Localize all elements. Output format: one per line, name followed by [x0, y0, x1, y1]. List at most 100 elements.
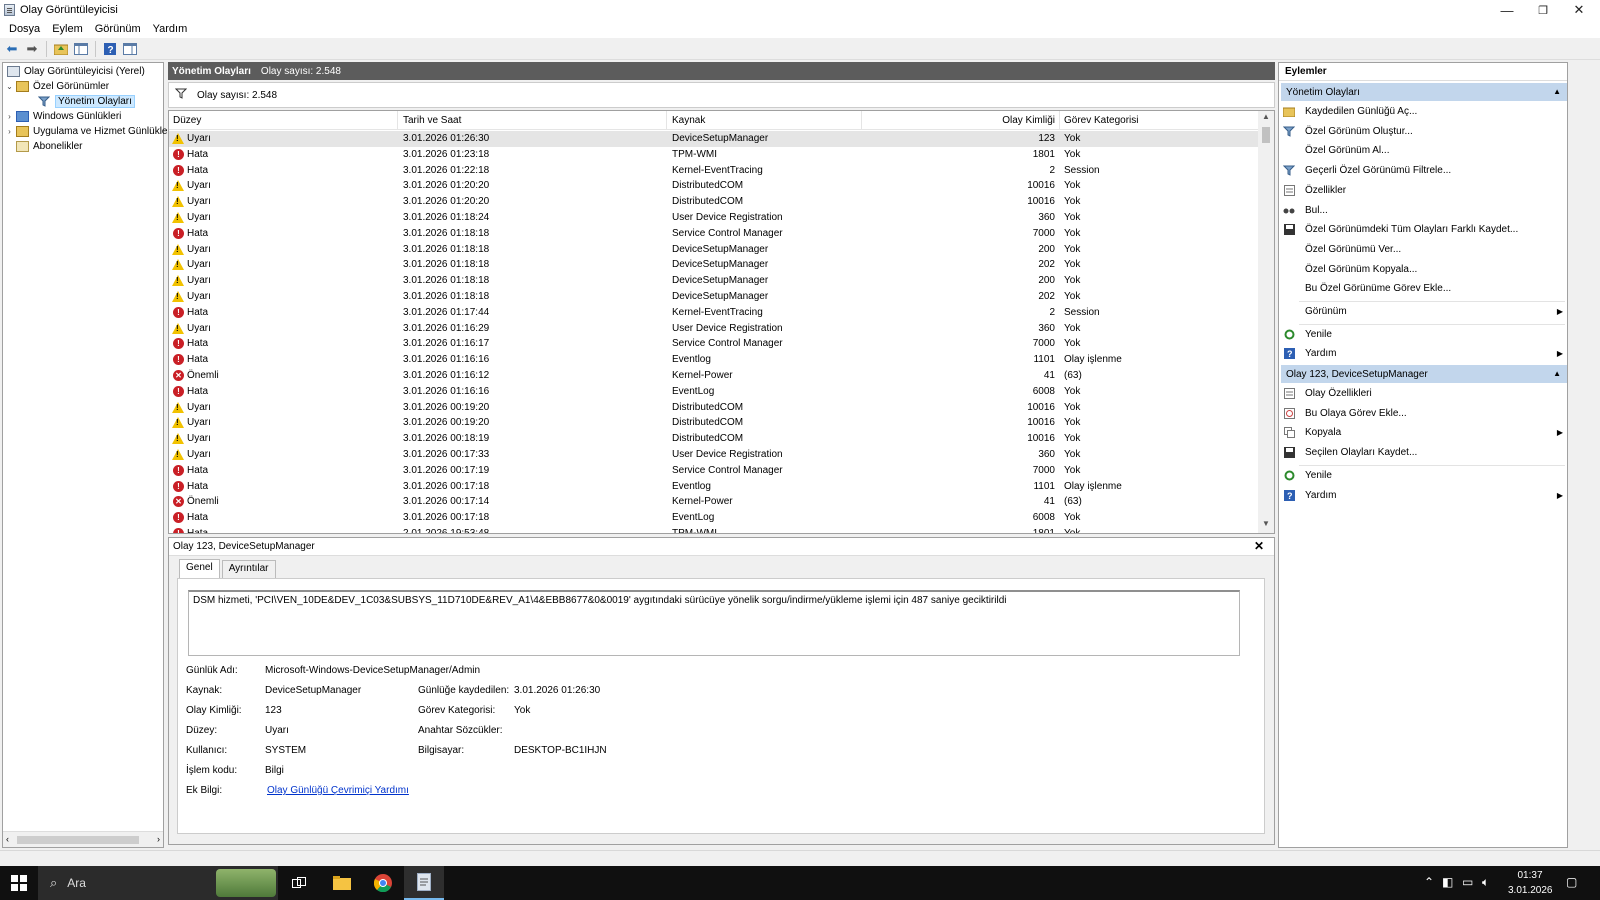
- tree-item-app-service-logs[interactable]: › Uygulama ve Hizmet Günlükleri: [5, 124, 173, 139]
- action-item[interactable]: Kaydedilen Günlüğü Aç...: [1283, 103, 1565, 120]
- tree-item-subscriptions[interactable]: Abonelikler: [5, 139, 82, 154]
- scroll-right-icon[interactable]: ›: [157, 834, 160, 844]
- table-row[interactable]: Uyarı 3.01.2026 00:18:19 DistributedCOM 100…: [169, 431, 1259, 447]
- action-item[interactable]: Görünüm ▶: [1283, 303, 1565, 320]
- action-item[interactable]: ? Yardım ▶: [1283, 345, 1565, 362]
- security-icon[interactable]: ◧: [1442, 875, 1453, 889]
- table-row[interactable]: ! Hata 2.01.2026 19:53:48 TPM-WMI 1801 Yok: [169, 526, 1259, 533]
- file-explorer-icon[interactable]: [322, 866, 362, 900]
- table-row[interactable]: ! Hata 3.01.2026 01:22:18 Kernel-EventTraci…: [169, 163, 1259, 179]
- table-row[interactable]: ✕ Önemli 3.01.2026 01:16:12 Kernel-Power 41 (…: [169, 368, 1259, 384]
- event-description[interactable]: DSM hizmeti, 'PCI\VEN_10DE&DEV_1C03&SUBS…: [188, 590, 1240, 656]
- online-help-link[interactable]: Olay Günlüğü Çevrimiçi Yardımı: [267, 785, 409, 796]
- table-row[interactable]: Uyarı 3.01.2026 01:18:18 DeviceSetupManage…: [169, 257, 1259, 273]
- table-row[interactable]: Uyarı 3.01.2026 01:18:18 DeviceSetupManage…: [169, 289, 1259, 305]
- tree-item-root[interactable]: Olay Görüntüleyicisi (Yerel): [5, 64, 145, 79]
- close-icon[interactable]: ✕: [1254, 539, 1264, 553]
- action-item[interactable]: Bu Özel Görünüme Görev Ekle...: [1283, 280, 1565, 297]
- table-row[interactable]: Uyarı 3.01.2026 00:19:20 DistributedCOM 100…: [169, 415, 1259, 431]
- column-level[interactable]: Düzey: [173, 115, 201, 126]
- network-icon[interactable]: ▭: [1462, 875, 1473, 889]
- column-divider[interactable]: [666, 111, 667, 130]
- tree-item-custom-views[interactable]: ⌄ Özel Görünümler: [5, 79, 109, 94]
- column-divider[interactable]: [397, 111, 398, 130]
- minimize-button[interactable]: —: [1488, 0, 1526, 20]
- table-row[interactable]: ! Hata 3.01.2026 01:23:18 TPM-WMI 1801 Yok: [169, 147, 1259, 163]
- menu-help[interactable]: Yardım: [147, 23, 194, 35]
- table-row[interactable]: Uyarı 3.01.2026 01:20:20 DistributedCOM 100…: [169, 178, 1259, 194]
- tree-horizontal-scrollbar[interactable]: ‹ ›: [3, 831, 163, 847]
- table-row[interactable]: ! Hata 3.01.2026 01:18:18 Service Control M…: [169, 226, 1259, 242]
- action-item[interactable]: Özel Görünüm Kopyala...: [1283, 261, 1565, 278]
- chrome-icon[interactable]: [363, 866, 403, 900]
- table-row[interactable]: ! Hata 3.01.2026 01:16:16 Eventlog 1101 Olay …: [169, 352, 1259, 368]
- tray-chevron-icon[interactable]: ⌃: [1424, 875, 1434, 889]
- table-row[interactable]: Uyarı 3.01.2026 01:26:30 DeviceSetupManage…: [169, 131, 1259, 147]
- table-row[interactable]: Uyarı 3.01.2026 00:17:33 User Device Regis…: [169, 447, 1259, 463]
- start-button[interactable]: [0, 866, 38, 900]
- up-folder-icon[interactable]: [53, 41, 69, 57]
- column-divider[interactable]: [1059, 111, 1060, 130]
- action-item[interactable]: Geçerli Özel Görünümü Filtrele...: [1283, 162, 1565, 179]
- clock[interactable]: 01:37 3.01.2026: [1508, 868, 1553, 898]
- action-item[interactable]: ? Yardım ▶: [1283, 487, 1565, 504]
- column-event-id[interactable]: Olay Kimliği: [989, 115, 1055, 126]
- table-row[interactable]: ✕ Önemli 3.01.2026 00:17:14 Kernel-Power 41 (…: [169, 494, 1259, 510]
- table-row[interactable]: Uyarı 3.01.2026 01:18:18 DeviceSetupManage…: [169, 242, 1259, 258]
- notifications-icon[interactable]: ▢: [1566, 875, 1577, 889]
- actions-section-event[interactable]: Olay 123, DeviceSetupManager ▲: [1281, 365, 1567, 383]
- scrollbar-thumb[interactable]: [17, 836, 139, 844]
- expand-chevron-icon[interactable]: ›: [5, 127, 14, 136]
- table-row[interactable]: Uyarı 3.01.2026 01:18:18 DeviceSetupManage…: [169, 273, 1259, 289]
- tree-item-windows-logs[interactable]: › Windows Günlükleri: [5, 109, 121, 124]
- task-view-icon[interactable]: [279, 866, 319, 900]
- action-item[interactable]: Özel Görünümü Ver...: [1283, 241, 1565, 258]
- table-row[interactable]: Uyarı 3.01.2026 01:18:24 User Device Regis…: [169, 210, 1259, 226]
- help-icon[interactable]: ?: [102, 41, 118, 57]
- restore-button[interactable]: ❐: [1524, 0, 1562, 20]
- action-item[interactable]: Olay Özellikleri: [1283, 385, 1565, 402]
- table-row[interactable]: ! Hata 3.01.2026 00:17:18 EventLog 6008 Yok: [169, 510, 1259, 526]
- action-item[interactable]: Özellikler: [1283, 182, 1565, 199]
- action-item[interactable]: Yenile: [1283, 326, 1565, 343]
- tab-general[interactable]: Genel: [179, 559, 220, 578]
- show-hide-tree-icon[interactable]: [73, 41, 89, 57]
- scroll-down-icon[interactable]: ▼: [1258, 519, 1274, 533]
- action-item[interactable]: Özel Görünüm Al...: [1283, 142, 1565, 159]
- collapse-chevron-icon[interactable]: ⌄: [5, 82, 14, 91]
- tab-details[interactable]: Ayrıntılar: [221, 560, 276, 578]
- action-item[interactable]: Özel Görünümdeki Tüm Olayları Farklı Kay…: [1283, 221, 1565, 238]
- action-item[interactable]: Bul...: [1283, 202, 1565, 219]
- table-row[interactable]: Uyarı 3.01.2026 01:16:29 User Device Regis…: [169, 321, 1259, 337]
- menu-file[interactable]: Dosya: [3, 23, 46, 35]
- action-item[interactable]: Yenile: [1283, 467, 1565, 484]
- show-hide-action-pane-icon[interactable]: [122, 41, 138, 57]
- table-row[interactable]: ! Hata 3.01.2026 00:17:19 Service Control M…: [169, 463, 1259, 479]
- table-row[interactable]: ! Hata 3.01.2026 01:16:16 EventLog 6008 Yok: [169, 384, 1259, 400]
- collapse-chevron-icon[interactable]: ▲: [1553, 369, 1561, 378]
- action-item[interactable]: Kopyala ▶: [1283, 424, 1565, 441]
- table-row[interactable]: Uyarı 3.01.2026 01:20:20 DistributedCOM 100…: [169, 194, 1259, 210]
- table-row[interactable]: Uyarı 3.01.2026 00:19:20 DistributedCOM 100…: [169, 400, 1259, 416]
- column-divider[interactable]: [861, 111, 862, 130]
- menu-action[interactable]: Eylem: [46, 23, 89, 35]
- table-row[interactable]: ! Hata 3.01.2026 01:17:44 Kernel-EventTraci…: [169, 305, 1259, 321]
- table-row[interactable]: ! Hata 3.01.2026 01:16:17 Service Control M…: [169, 336, 1259, 352]
- action-item[interactable]: Özel Görünüm Oluştur...: [1283, 123, 1565, 140]
- scroll-up-icon[interactable]: ▲: [1258, 112, 1274, 126]
- collapse-chevron-icon[interactable]: ▲: [1553, 87, 1561, 96]
- close-button[interactable]: ✕: [1560, 0, 1598, 20]
- column-category[interactable]: Görev Kategorisi: [1064, 115, 1138, 126]
- expand-chevron-icon[interactable]: ›: [5, 112, 14, 121]
- back-arrow-icon[interactable]: ⬅: [4, 41, 20, 57]
- event-viewer-taskbar-icon[interactable]: [404, 866, 444, 900]
- table-vertical-scrollbar[interactable]: ▲ ▼: [1258, 111, 1274, 533]
- action-item[interactable]: Seçilen Olayları Kaydet...: [1283, 444, 1565, 461]
- scroll-left-icon[interactable]: ‹: [6, 834, 9, 844]
- table-row[interactable]: ! Hata 3.01.2026 00:17:18 Eventlog 1101 Olay …: [169, 479, 1259, 495]
- forward-arrow-icon[interactable]: ➡: [24, 41, 40, 57]
- column-date[interactable]: Tarih ve Saat: [403, 115, 461, 126]
- scrollbar-thumb[interactable]: [1262, 127, 1270, 143]
- volume-icon[interactable]: 🔈︎: [1482, 875, 1489, 890]
- tree-item-admin-events[interactable]: Yönetim Olayları: [27, 94, 135, 109]
